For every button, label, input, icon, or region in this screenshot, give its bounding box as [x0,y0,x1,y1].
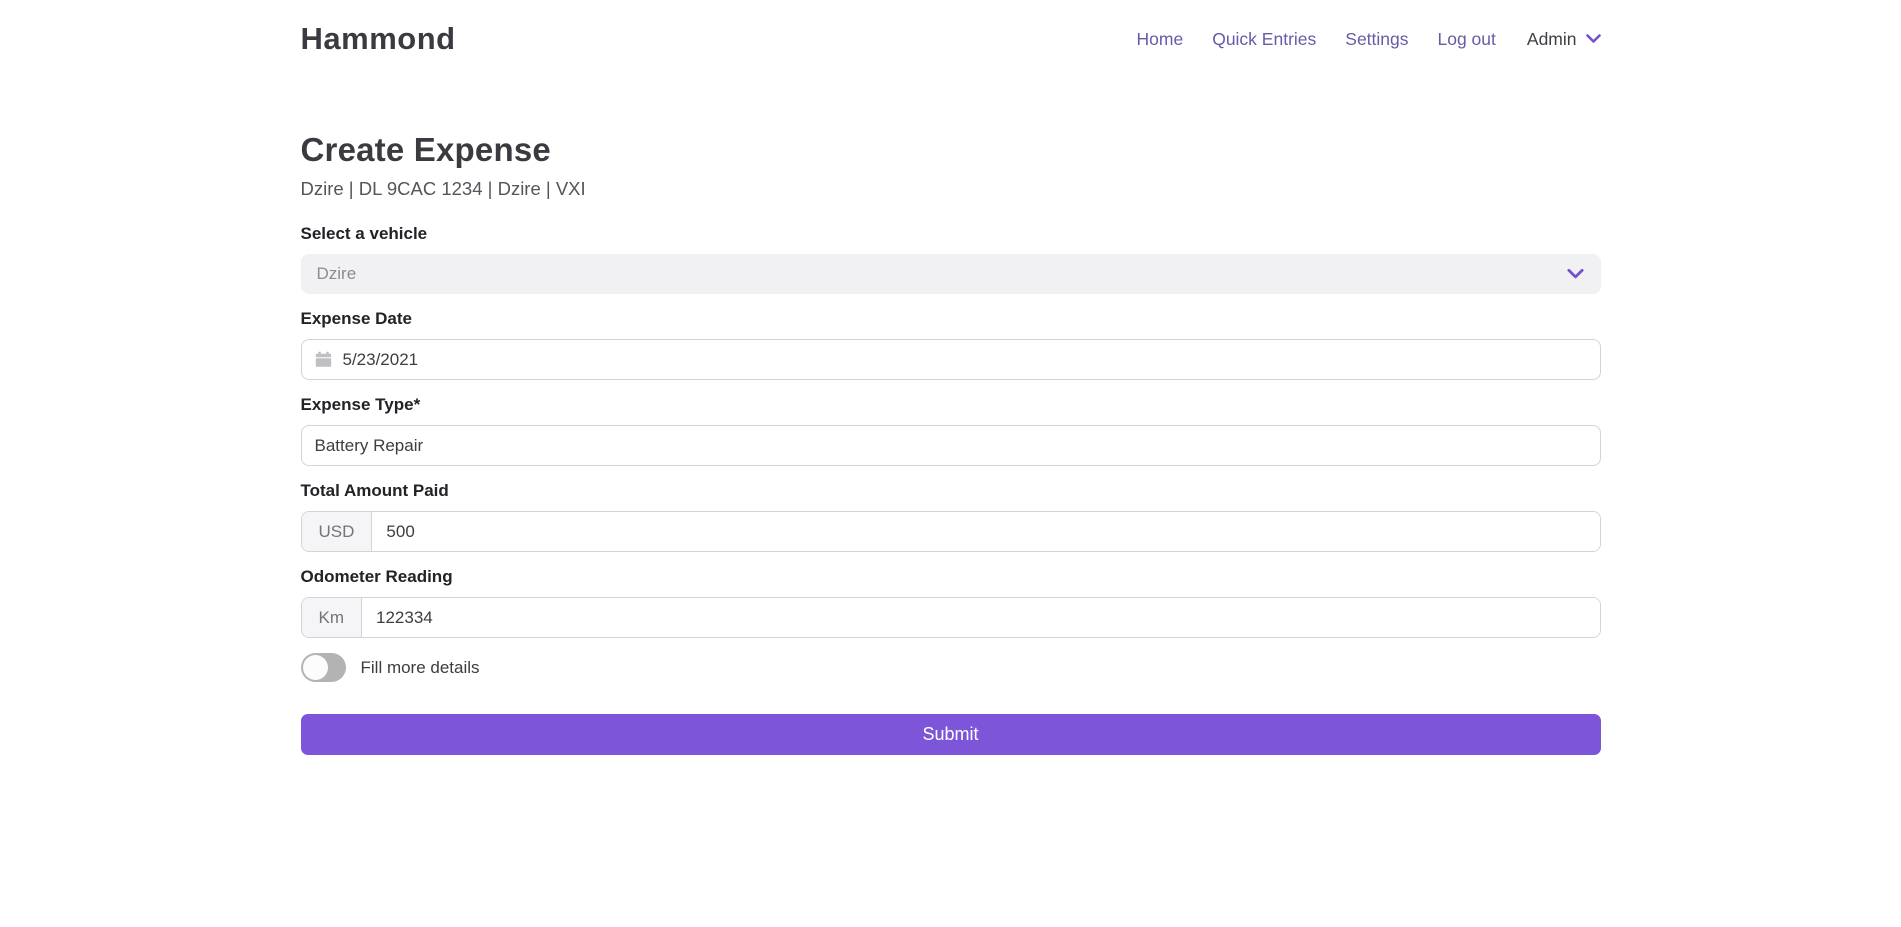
expense-date-field: Expense Date [301,309,1601,380]
main-content: Create Expense Dzire | DL 9CAC 1234 | Dz… [301,131,1601,755]
distance-unit-addon: Km [302,598,363,637]
expense-date-label: Expense Date [301,309,1601,329]
expense-date-input[interactable] [343,340,1587,379]
navbar: Hammond Home Quick Entries Settings Log … [0,0,1901,78]
vehicle-field: Select a vehicle Dzire [301,224,1601,294]
nav-link-quick-entries[interactable]: Quick Entries [1212,29,1316,50]
odometer-group: Km [301,597,1601,638]
nav-links: Home Quick Entries Settings Log out Admi… [1137,29,1601,50]
admin-dropdown-label: Admin [1527,29,1577,50]
odometer-field: Odometer Reading Km [301,567,1601,638]
nav-link-home[interactable]: Home [1137,29,1184,50]
expense-type-label: Expense Type* [301,395,1601,415]
brand-logo[interactable]: Hammond [301,21,456,57]
vehicle-summary: Dzire | DL 9CAC 1234 | Dzire | VXI [301,178,1601,200]
page-title: Create Expense [301,131,1601,169]
expense-type-control [301,425,1601,466]
total-amount-input[interactable] [372,512,1599,551]
expense-type-field: Expense Type* [301,395,1601,466]
vehicle-field-label: Select a vehicle [301,224,1601,244]
fill-more-details-toggle[interactable] [301,653,346,682]
currency-addon: USD [302,512,373,551]
admin-dropdown[interactable]: Admin [1527,29,1601,50]
chevron-down-icon [1586,34,1601,44]
odometer-label: Odometer Reading [301,567,1601,587]
create-expense-form: Select a vehicle Dzire Expense Date [301,224,1601,755]
expense-type-input[interactable] [315,426,1587,465]
total-amount-label: Total Amount Paid [301,481,1601,501]
submit-button[interactable]: Submit [301,714,1601,755]
total-amount-field: Total Amount Paid USD [301,481,1601,552]
nav-link-logout[interactable]: Log out [1438,29,1496,50]
vehicle-select-value: Dzire [317,264,357,284]
nav-link-settings[interactable]: Settings [1345,29,1408,50]
total-amount-group: USD [301,511,1601,552]
calendar-icon [315,351,332,368]
expense-date-control [301,339,1601,380]
odometer-input[interactable] [362,598,1600,637]
toggle-knob-icon [303,655,328,680]
vehicle-select[interactable]: Dzire [301,254,1601,294]
fill-more-details-label: Fill more details [361,658,480,678]
fill-more-details-row: Fill more details [301,653,1601,682]
chevron-down-icon [1567,269,1584,280]
